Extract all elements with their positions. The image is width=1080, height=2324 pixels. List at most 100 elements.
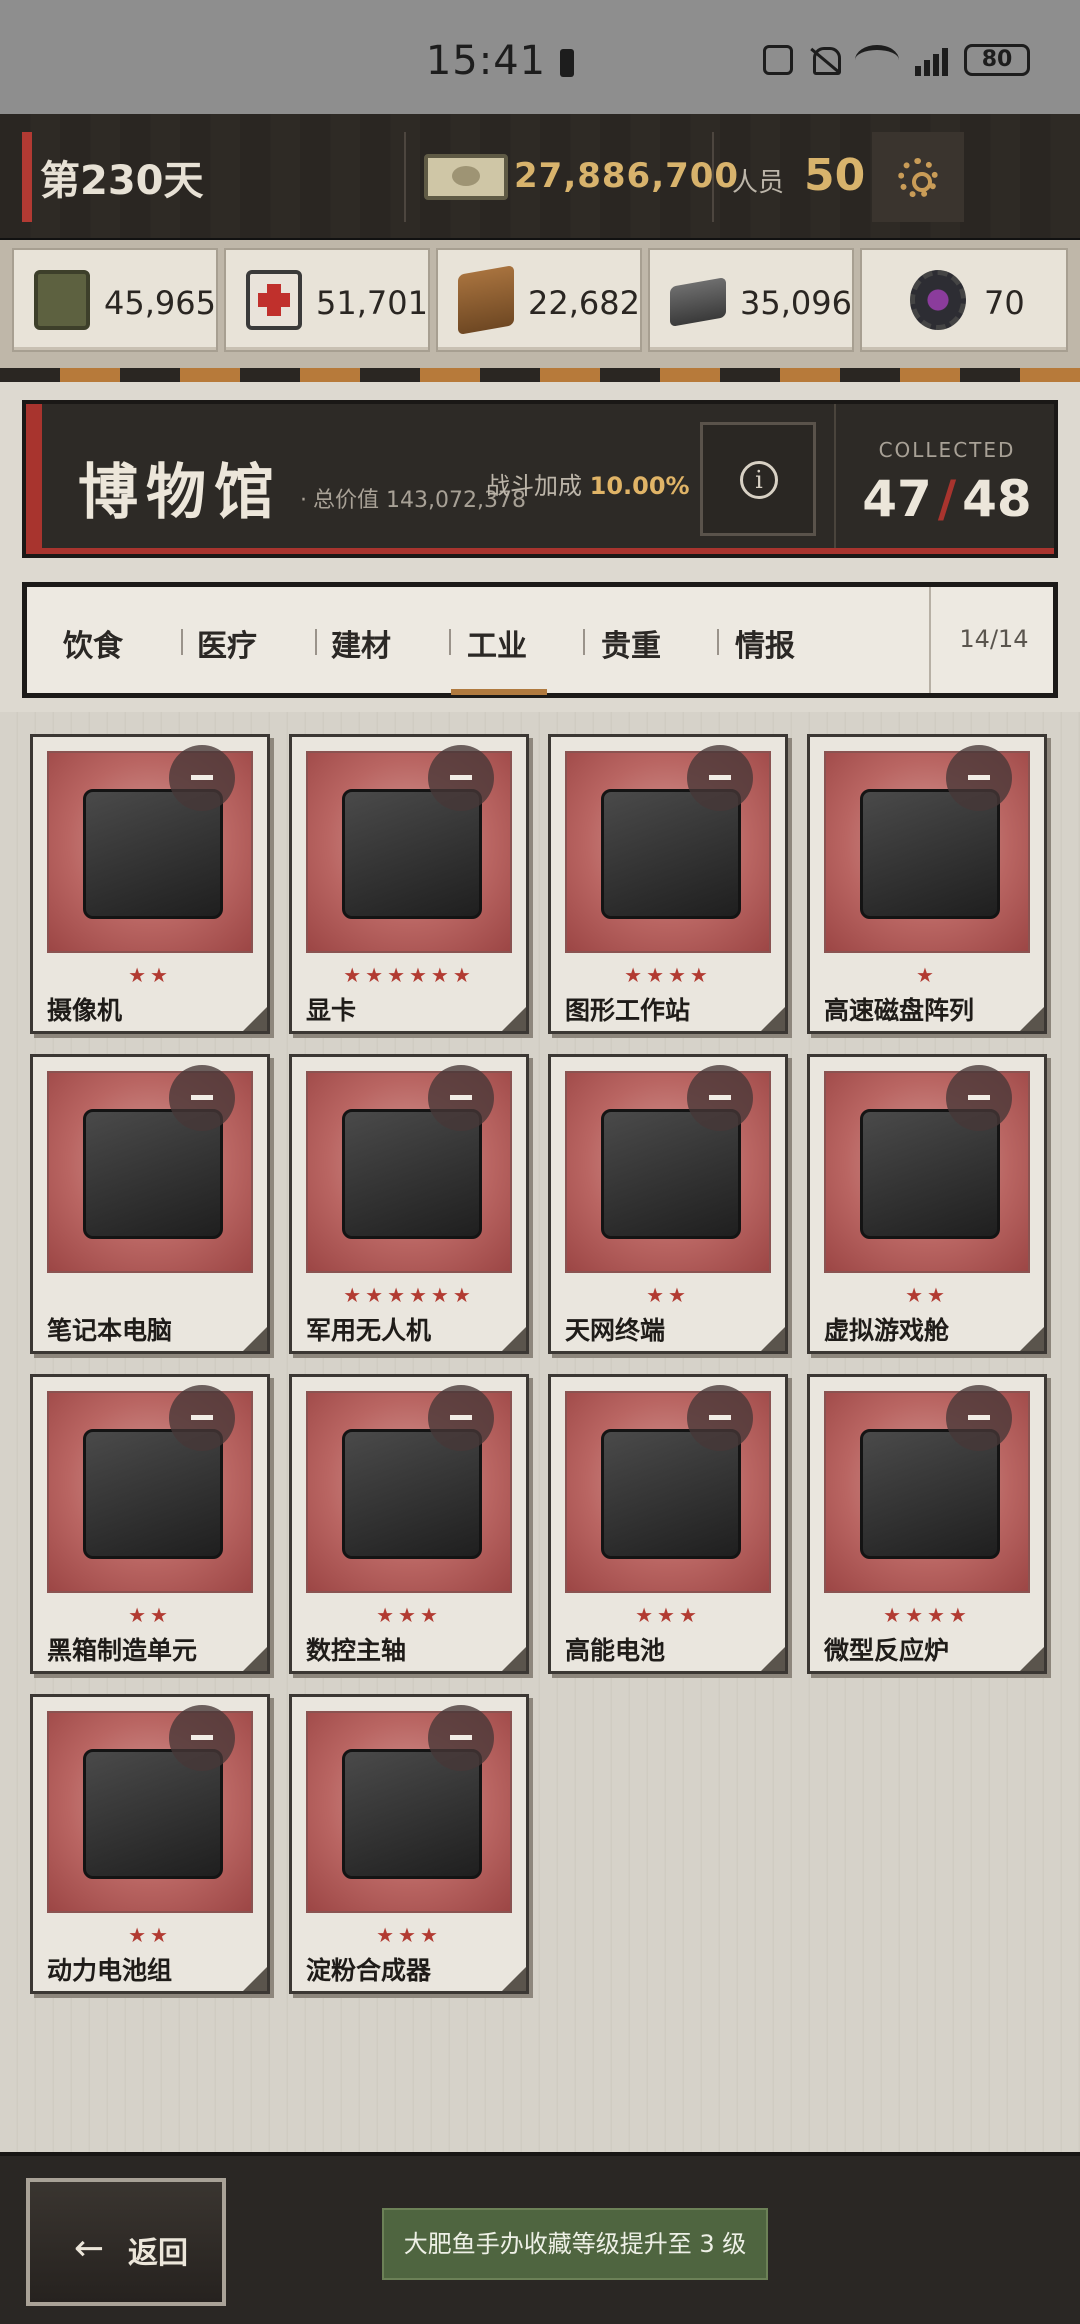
battery-level: 80	[964, 44, 1030, 76]
item-name: 笔记本电脑	[47, 1316, 173, 1345]
mute-bell-icon	[809, 45, 841, 75]
resource-value: 22,682	[528, 284, 640, 322]
item-card-disk-array[interactable]: ★ 高速磁盘阵列	[807, 734, 1047, 1034]
population-count: 50	[804, 150, 866, 201]
resource-wood[interactable]: 22,682	[436, 248, 642, 352]
tab-separator	[717, 629, 719, 655]
item-card-micro-reactor[interactable]: ★★★★ 微型反应炉	[807, 1374, 1047, 1674]
metal-ingot-icon	[670, 277, 726, 327]
settings-button[interactable]	[872, 132, 964, 222]
tab-separator	[315, 629, 317, 655]
item-card-blackbox-fabricator[interactable]: ★★ 黑箱制造单元	[30, 1374, 270, 1674]
battle-bonus-value: 10.00%	[589, 472, 690, 500]
item-card-high-energy-battery[interactable]: ★★★ 高能电池	[548, 1374, 788, 1674]
card-corner	[502, 1647, 526, 1671]
item-name: 微型反应炉	[824, 1636, 950, 1665]
remove-button[interactable]	[169, 1065, 235, 1131]
tab-separator	[181, 629, 183, 655]
item-card-power-battery-pack[interactable]: ★★ 动力电池组	[30, 1694, 270, 1994]
item-card-starch-synthesizer[interactable]: ★★★ 淀粉合成器	[289, 1694, 529, 1994]
star-rating: ★★★	[376, 1923, 442, 1947]
star-rating: ★★★★	[883, 1603, 971, 1627]
remove-button[interactable]	[946, 745, 1012, 811]
tab-valuables[interactable]: 贵重	[601, 621, 661, 665]
item-name: 天网终端	[565, 1316, 666, 1345]
resource-value: 70	[984, 284, 1025, 322]
card-corner	[502, 1007, 526, 1031]
money-amount: 27,886,700	[514, 156, 740, 196]
card-corner	[1020, 1007, 1044, 1031]
resource-value: 45,965	[104, 284, 216, 322]
info-button[interactable]: i	[700, 422, 816, 536]
collected-current: 47	[862, 470, 932, 528]
item-card-gpu[interactable]: ★★★★★★ 显卡	[289, 734, 529, 1034]
battle-bonus: 战斗加成 10.00%	[486, 466, 690, 501]
remove-button[interactable]	[169, 745, 235, 811]
star-rating: ★★★★★★	[343, 963, 475, 987]
money-stack-icon	[424, 154, 508, 200]
star-rating: ★★	[128, 1923, 172, 1947]
tab-food[interactable]: 饮食	[63, 621, 123, 665]
medkit-icon	[246, 270, 302, 330]
remove-button[interactable]	[428, 1065, 494, 1131]
tab-separator	[583, 629, 585, 655]
item-name: 高速磁盘阵列	[824, 996, 975, 1025]
item-card-camcorder[interactable]: ★★ 摄像机	[30, 734, 270, 1034]
star-rating: ★★	[128, 963, 172, 987]
card-corner	[761, 1647, 785, 1671]
hazard-stripe	[0, 368, 1080, 382]
star-rating: ★★	[128, 1603, 172, 1627]
resource-food[interactable]: 45,965	[12, 248, 218, 352]
item-card-skynet-terminal[interactable]: ★★ 天网终端	[548, 1054, 788, 1354]
active-tab-indicator	[451, 689, 547, 695]
total-value-label: 总价值	[313, 488, 380, 513]
item-name: 数控主轴	[306, 1636, 407, 1665]
item-card-workstation[interactable]: ★★★★ 图形工作站	[548, 734, 788, 1034]
remove-button[interactable]	[169, 1385, 235, 1451]
resource-medical[interactable]: 51,701	[224, 248, 430, 352]
tab-medical[interactable]: 医疗	[197, 621, 257, 665]
resource-chips[interactable]: 70	[860, 248, 1068, 352]
day-counter: 第230天	[40, 158, 204, 204]
item-card-drone[interactable]: ★★★★★★ 军用无人机	[289, 1054, 529, 1354]
item-card-vr-pod[interactable]: ★★ 虚拟游戏舱	[807, 1054, 1047, 1354]
remove-button[interactable]	[687, 745, 753, 811]
remove-button[interactable]	[428, 1385, 494, 1451]
remove-button[interactable]	[946, 1065, 1012, 1131]
item-name: 淀粉合成器	[306, 1956, 432, 1985]
arrow-left-icon: ←	[74, 2228, 105, 2269]
star-rating: ★★	[905, 1283, 949, 1307]
remove-button[interactable]	[687, 1385, 753, 1451]
page-title: 博物馆	[78, 458, 282, 528]
back-button[interactable]: ← 返回	[26, 2178, 226, 2306]
resource-metal[interactable]: 35,096	[648, 248, 854, 352]
card-corner	[1020, 1647, 1044, 1671]
remove-button[interactable]	[946, 1385, 1012, 1451]
remove-button[interactable]	[428, 1705, 494, 1771]
tab-industry[interactable]: 工业	[467, 621, 527, 665]
item-name: 军用无人机	[306, 1316, 432, 1345]
item-card-cnc-spindle[interactable]: ★★★ 数控主轴	[289, 1374, 529, 1674]
collection-grid: ★★ 摄像机 ★★★★★★ 显卡 ★★★★ 图形工作站 ★ 高速磁盘阵列 笔记本…	[0, 712, 1080, 2152]
item-name: 动力电池组	[47, 1956, 173, 1985]
info-icon: i	[740, 461, 778, 499]
item-name: 摄像机	[47, 996, 123, 1025]
remove-button[interactable]	[169, 1705, 235, 1771]
card-corner	[243, 1967, 267, 1991]
remove-button[interactable]	[428, 745, 494, 811]
card-corner	[761, 1007, 785, 1031]
item-card-laptop[interactable]: 笔记本电脑	[30, 1054, 270, 1354]
card-corner	[243, 1647, 267, 1671]
wifi-icon	[855, 45, 899, 75]
item-name: 图形工作站	[565, 996, 691, 1025]
tab-intel[interactable]: 情报	[735, 621, 795, 665]
battery-saver-icon	[560, 49, 575, 77]
item-name: 高能电池	[565, 1636, 666, 1665]
signal-5g-icon	[915, 44, 948, 76]
tab-materials[interactable]: 建材	[331, 621, 391, 665]
category-tabs: 饮食 医疗 建材 工业 贵重 情报 14/14	[22, 582, 1058, 698]
divider	[929, 587, 931, 693]
card-corner	[761, 1327, 785, 1351]
back-label: 返回	[128, 2236, 188, 2271]
remove-button[interactable]	[687, 1065, 753, 1131]
